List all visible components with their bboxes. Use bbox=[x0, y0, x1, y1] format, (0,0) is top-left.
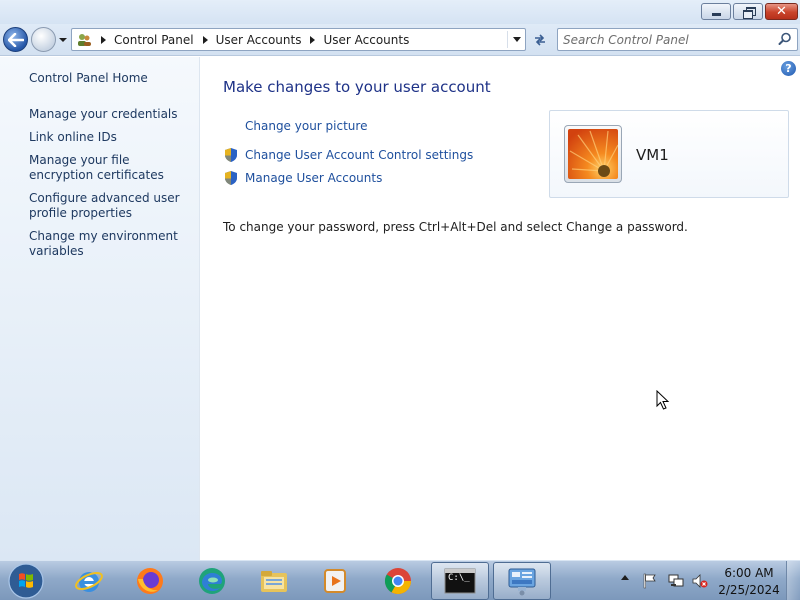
chrome-icon bbox=[384, 568, 412, 595]
search-input[interactable] bbox=[563, 31, 773, 48]
taskbar-chrome[interactable] bbox=[369, 562, 427, 600]
change-picture-link[interactable]: Change your picture bbox=[245, 119, 367, 133]
close-button[interactable]: ✕ bbox=[765, 3, 798, 20]
breadcrumb-arrow-icon[interactable] bbox=[310, 35, 316, 44]
control-panel-icon bbox=[508, 568, 536, 596]
restore-icon bbox=[742, 7, 756, 19]
command-prompt-glyph: C:\_ bbox=[448, 573, 470, 583]
taskbar-file-explorer[interactable] bbox=[245, 562, 303, 600]
refresh-button[interactable] bbox=[528, 28, 551, 51]
sidebar-item-environment-variables[interactable]: Change my environment variables bbox=[29, 229, 194, 259]
address-dropdown-icon[interactable] bbox=[513, 37, 521, 42]
sidebar-item-control-panel-home[interactable]: Control Panel Home bbox=[29, 71, 194, 86]
taskbar-control-panel[interactable] bbox=[493, 562, 551, 600]
recent-pages-dropdown[interactable] bbox=[58, 34, 68, 44]
change-uac-settings-link[interactable]: Change User Account Control settings bbox=[245, 148, 473, 162]
orange-flower-picture bbox=[568, 129, 618, 179]
help-button[interactable]: ? bbox=[781, 61, 796, 76]
shield-icon bbox=[225, 148, 237, 162]
firefox-icon bbox=[137, 568, 163, 594]
refresh-icon bbox=[534, 33, 545, 46]
title-bar: ✕ bbox=[0, 0, 800, 24]
restore-button[interactable] bbox=[733, 3, 763, 20]
media-player-icon bbox=[324, 569, 346, 593]
breadcrumb-user-accounts[interactable]: User Accounts bbox=[216, 33, 302, 47]
breadcrumb-control-panel[interactable]: Control Panel bbox=[114, 33, 194, 47]
internet-explorer-icon bbox=[75, 571, 103, 592]
page-title: Make changes to your user account bbox=[223, 78, 491, 96]
windows-start-icon bbox=[8, 563, 44, 599]
breadcrumb-arrow-icon[interactable] bbox=[202, 35, 208, 44]
taskbar-internet-explorer[interactable] bbox=[60, 562, 118, 600]
avatar bbox=[564, 125, 622, 183]
taskbar-command-prompt[interactable]: C:\_ bbox=[431, 562, 489, 600]
taskbar: C:\_ 6:00 AM 2/25/2024 bbox=[0, 560, 800, 600]
breadcrumb-arrow-icon[interactable] bbox=[101, 35, 106, 44]
show-desktop-button[interactable] bbox=[786, 561, 800, 600]
volume-muted-icon[interactable] bbox=[692, 573, 708, 589]
edge-icon bbox=[199, 568, 225, 594]
taskbar-firefox[interactable] bbox=[121, 562, 179, 600]
sidebar-item-link-online-ids[interactable]: Link online IDs bbox=[29, 130, 194, 145]
flag-icon[interactable] bbox=[642, 573, 658, 589]
network-icon[interactable] bbox=[668, 573, 684, 589]
sidebar-item-manage-credentials[interactable]: Manage your credentials bbox=[29, 107, 194, 122]
taskbar-media-player[interactable] bbox=[306, 562, 364, 600]
main-content: ? Make changes to your user account Chan… bbox=[201, 57, 800, 560]
forward-button[interactable] bbox=[31, 27, 56, 52]
minimize-icon bbox=[711, 13, 721, 16]
navigation-bar: Control Panel User Accounts User Account… bbox=[0, 24, 800, 56]
sidebar-item-file-encryption[interactable]: Manage your file encryption certificates bbox=[29, 153, 194, 183]
manage-user-accounts-link[interactable]: Manage User Accounts bbox=[245, 171, 382, 185]
address-divider bbox=[507, 31, 508, 48]
start-button[interactable] bbox=[6, 562, 46, 600]
show-hidden-icons-button[interactable] bbox=[621, 575, 629, 580]
clock-time[interactable]: 6:00 AM bbox=[713, 566, 785, 580]
password-instruction: To change your password, press Ctrl+Alt+… bbox=[223, 220, 688, 234]
sidebar-item-advanced-profile[interactable]: Configure advanced user profile properti… bbox=[29, 191, 194, 221]
clock-date[interactable]: 2/25/2024 bbox=[713, 583, 785, 597]
back-arrow-icon bbox=[8, 33, 24, 47]
user-account-card: VM1 bbox=[549, 110, 789, 198]
file-explorer-icon bbox=[261, 571, 287, 592]
chevron-down-icon bbox=[59, 38, 67, 42]
search-icon[interactable] bbox=[778, 32, 792, 46]
taskbar-edge[interactable] bbox=[183, 562, 241, 600]
back-button[interactable] bbox=[3, 27, 28, 52]
close-icon: ✕ bbox=[776, 4, 787, 19]
left-navigation-pane: Control Panel Home Manage your credentia… bbox=[0, 57, 200, 560]
user-name: VM1 bbox=[636, 146, 669, 164]
minimize-button[interactable] bbox=[701, 3, 731, 20]
address-bar[interactable]: Control Panel User Accounts User Account… bbox=[71, 28, 526, 51]
search-box[interactable] bbox=[557, 28, 798, 51]
shield-icon bbox=[225, 171, 237, 185]
user-accounts-icon bbox=[76, 32, 92, 48]
mouse-cursor-icon bbox=[656, 390, 670, 410]
breadcrumb-user-accounts-current[interactable]: User Accounts bbox=[323, 33, 409, 47]
